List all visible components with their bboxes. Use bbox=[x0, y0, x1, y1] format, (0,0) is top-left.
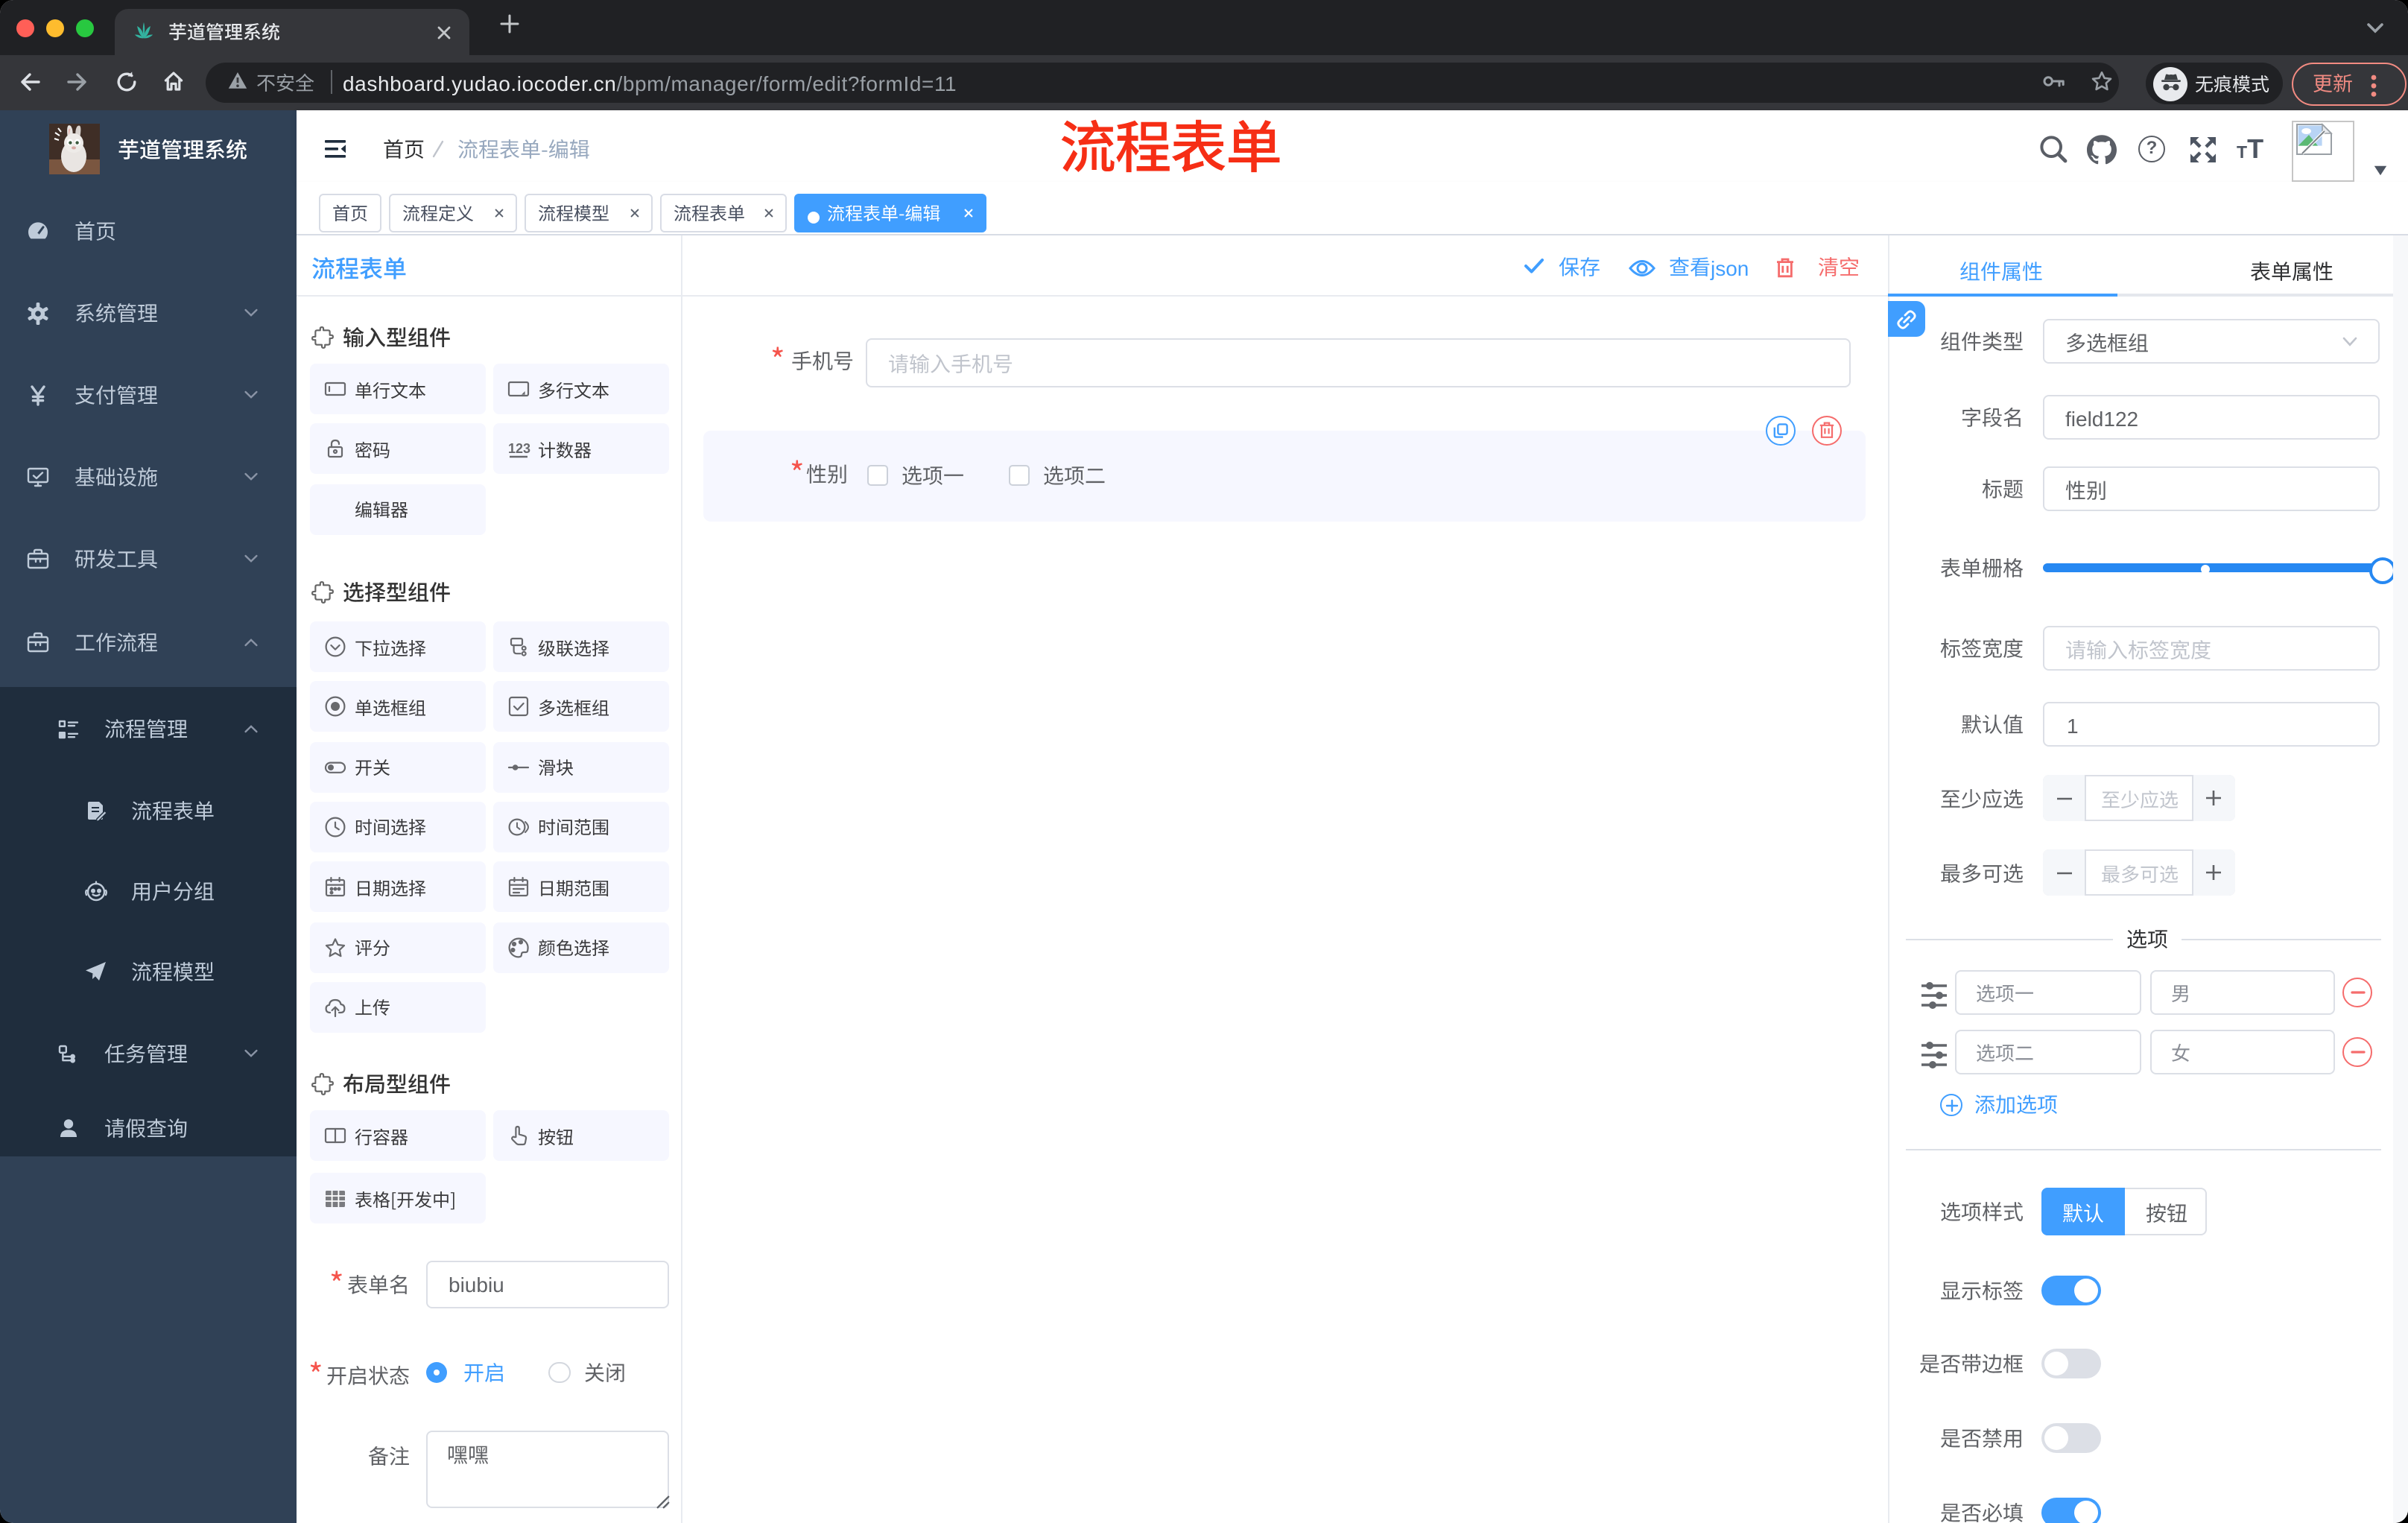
svg-text:123: 123 bbox=[507, 442, 530, 457]
